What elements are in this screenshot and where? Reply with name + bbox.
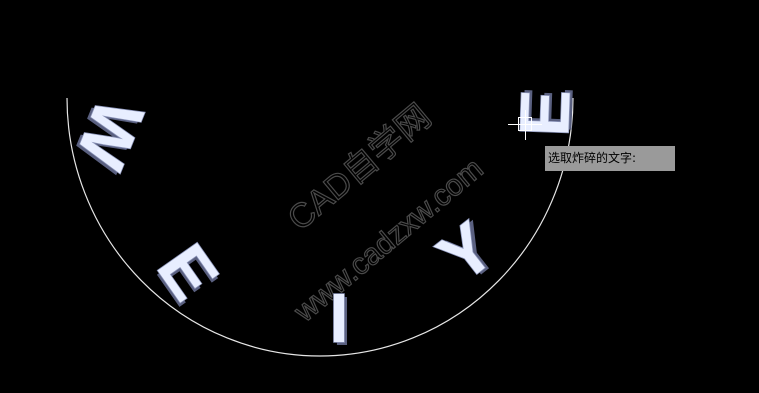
arc-letter-i[interactable]: I xyxy=(329,278,350,358)
drawing-viewport[interactable]: CAD自学网 www.cadzxw.com W W E E I I Y Y E xyxy=(0,0,759,393)
cursor-pickbox xyxy=(518,117,532,131)
command-prompt-tooltip: 选取炸碎的文字: xyxy=(545,146,675,171)
cad-drawing-canvas[interactable]: CAD自学网 www.cadzxw.com W W E E I I Y Y E xyxy=(0,0,759,393)
